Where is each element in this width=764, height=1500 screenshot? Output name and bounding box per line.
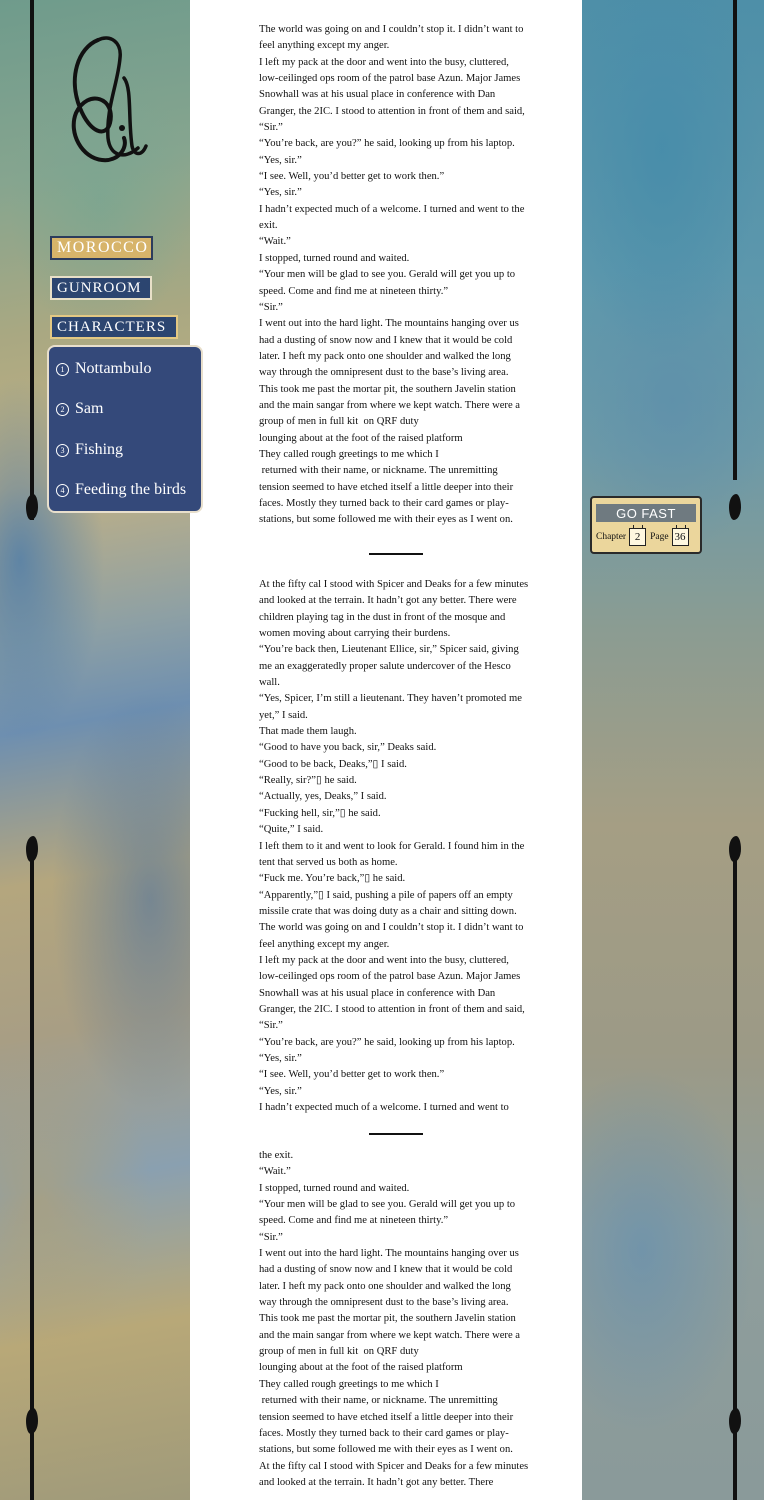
article-paragraph: “I see. Well, you’d better get to work t… xyxy=(259,1069,445,1081)
section-divider xyxy=(369,1133,423,1135)
article-paragraph: “I see. Well, you’d better get to work t… xyxy=(259,171,445,183)
character-item-feeding-the-birds[interactable]: 4 Feeding the birds xyxy=(56,478,186,502)
character-label: Sam xyxy=(75,400,104,417)
chapter-label: Chapter xyxy=(596,532,627,542)
nav-morocco-button[interactable]: MOROCCO xyxy=(50,236,153,260)
site-logo[interactable] xyxy=(58,28,148,168)
article-paragraph: returned with their name, or nickname. T… xyxy=(259,1395,516,1456)
nav-gunroom-button[interactable]: GUNROOM xyxy=(50,276,152,300)
character-label: Nottambulo xyxy=(75,360,152,377)
article-paragraph: “Your men will be glad to see you. Geral… xyxy=(259,1199,518,1227)
article-paragraph: At the fifty cal I stood with Spicer and… xyxy=(259,579,529,640)
circled-number-1: 1 xyxy=(56,362,69,376)
article-paragraph: I left them to it and went to look for G… xyxy=(259,840,528,868)
left-rail-bottom xyxy=(30,860,34,1420)
article-paragraph: I went out into the hard light. The moun… xyxy=(259,1248,523,1358)
circled-number-4: 4 xyxy=(56,483,69,497)
section-divider xyxy=(369,553,423,555)
article-paragraph: I hadn’t expected much of a welcome. I t… xyxy=(259,203,528,232)
article-paragraph: returned with their name, or nickname. T… xyxy=(259,465,516,526)
article-paragraph: “Fucking hell, sir,”▯ he said. xyxy=(259,807,381,819)
character-item-sam[interactable]: 2 Sam xyxy=(56,397,103,421)
article-paragraph: I hadn’t expected much of a welcome. I t… xyxy=(259,1102,509,1113)
nav-characters-button[interactable]: CHARACTERS xyxy=(50,315,178,339)
right-rail-top xyxy=(733,0,737,480)
article-paragraph: I left my pack at the door and went into… xyxy=(259,954,528,1032)
article-paragraph: “Yes, sir.” xyxy=(259,1052,302,1064)
page-number-input[interactable]: 36 xyxy=(671,525,689,546)
article-paragraph: “Sir.” xyxy=(259,301,283,313)
page-label: Page xyxy=(650,532,669,542)
article-paragraph: At the fifty cal I stood with Spicer and… xyxy=(259,1460,529,1488)
article-paragraph: I stopped, turned round and waited. xyxy=(259,252,410,264)
character-label: Fishing xyxy=(75,441,124,458)
article-paragraph: I went out into the hard light. The moun… xyxy=(259,318,523,428)
character-item-fishing[interactable]: 3 Fishing xyxy=(56,438,123,462)
right-rail-end xyxy=(733,1432,737,1500)
characters-menu: 1 Nottambulo 2 Sam 3 Fishing 4 Feeding t… xyxy=(47,345,203,513)
article-paragraph: the exit. xyxy=(259,1150,294,1161)
left-painted-background xyxy=(0,0,190,1500)
left-rail-top xyxy=(30,0,34,520)
article-paragraph: “Fuck me. You’re back,”▯ he said. xyxy=(259,873,406,885)
article-paragraph: “Yes, sir.” xyxy=(259,1085,302,1097)
left-rail-end xyxy=(30,1432,34,1500)
article-paragraph: “You’re back then, Lieutenant Ellice, si… xyxy=(259,644,522,689)
article-paragraph: “Wait.” xyxy=(259,236,291,248)
article-paragraph: “Apparently,”▯ I said, pushing a pile of… xyxy=(259,889,517,917)
right-rail-bottom xyxy=(733,860,737,1420)
go-fast-widget: GO FAST Chapter 2 Page 36 xyxy=(590,496,702,554)
article-paragraph: “Really, sir?”▯ he said. xyxy=(259,775,357,787)
circled-number-3: 3 xyxy=(56,443,69,457)
article-paragraph: “Wait.” xyxy=(259,1166,291,1178)
article-paragraph: I left my pack at the door and went into… xyxy=(259,56,528,134)
article-block-3: the exit. “Wait.” I stopped, turned round … xyxy=(259,1148,529,1491)
go-fast-button[interactable]: GO FAST xyxy=(596,504,696,522)
article-block-2: At the fifty cal I stood with Spicer and… xyxy=(259,577,529,1116)
article-paragraph: “Quite,” I said. xyxy=(259,824,324,836)
chapter-page-row: Chapter 2 Page 36 xyxy=(596,525,693,547)
article-paragraph: “Actually, yes, Deaks,” I said. xyxy=(259,791,387,803)
article-paragraph: lounging about at the foot of the raised… xyxy=(259,432,463,444)
article-paragraph: They called rough greetings to me which … xyxy=(259,448,439,460)
article-paragraph: “Good to be back, Deaks,”▯ I said. xyxy=(259,758,407,770)
article-paragraph: “You’re back, are you?” he said, looking… xyxy=(259,138,515,150)
article-paragraph: “Yes, Spicer, I’m still a lieutenant. Th… xyxy=(259,693,525,721)
article-paragraph: The world was going on and I couldn’t st… xyxy=(259,922,527,950)
article-paragraph: They called rough greetings to me which … xyxy=(259,1378,439,1390)
article-paragraph: “Yes, sir.” xyxy=(259,154,302,166)
article-paragraph: “Your men will be glad to see you. Geral… xyxy=(259,269,518,297)
article-paragraph: I stopped, turned round and waited. xyxy=(259,1182,410,1194)
article-paragraph: “Sir.” xyxy=(259,1231,283,1243)
article-paragraph: That made them laugh. xyxy=(259,726,357,738)
article-paragraph: lounging about at the foot of the raised… xyxy=(259,1362,463,1374)
article-block-1: The world was going on and I couldn’t st… xyxy=(259,22,529,529)
article-paragraph: “Good to have you back, sir,” Deaks said… xyxy=(259,742,437,754)
article-paragraph: The world was going on and I couldn’t st… xyxy=(259,24,527,52)
character-label: Feeding the birds xyxy=(75,481,187,498)
circled-number-2: 2 xyxy=(56,402,69,416)
article-paragraph: “Yes, sir.” xyxy=(259,187,302,199)
character-item-nottambulo[interactable]: 1 Nottambulo xyxy=(56,357,151,381)
article-paragraph: “You’re back, are you?” he said, looking… xyxy=(259,1036,515,1048)
chapter-number-input[interactable]: 2 xyxy=(629,525,647,546)
